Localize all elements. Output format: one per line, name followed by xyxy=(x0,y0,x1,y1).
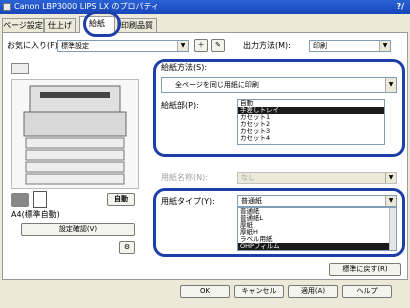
paper-type-value: 普通紙 xyxy=(241,197,262,205)
help-title-icon[interactable]: ?/ xyxy=(396,1,404,13)
settings-panel: お気に入り(F): 標準設定 ▼ ＋ ✎ 出力方法(M): 印刷 ▼ 自動 A4… xyxy=(2,32,408,280)
tab-quality[interactable]: 印刷品質 xyxy=(117,18,157,32)
paper-source-label: 給紙方法(S): xyxy=(161,63,208,72)
edit-favorite-icon[interactable]: ✎ xyxy=(211,39,225,52)
printer-properties-window: Canon LBP3000 LIPS LX のプロパティ ?/ ページ設定 仕上… xyxy=(0,0,410,308)
tab-page-setup[interactable]: ページ設定 xyxy=(2,18,44,32)
paper-type-select[interactable]: 普通紙 ▼ xyxy=(237,195,397,207)
output-method-value: 印刷 xyxy=(313,42,327,50)
paper-name-select: なし ▼ xyxy=(237,172,397,184)
paper-source-select[interactable]: 全ページを同じ用紙に印刷 ▼ xyxy=(161,77,397,93)
favorites-label: お気に入り(F): xyxy=(7,41,61,50)
paper-type-dropdown-list[interactable]: 普通紙 普通紙L 厚紙 厚紙H ラベル用紙 OHPフィルム xyxy=(237,207,397,251)
paper-type-option[interactable]: 普通紙L xyxy=(238,215,396,222)
auto-badge: 自動 xyxy=(107,193,135,206)
restore-defaults-button[interactable]: 標準に戻す(R) xyxy=(329,263,401,276)
printer-icon xyxy=(3,3,11,11)
chevron-down-icon: ▼ xyxy=(385,173,396,183)
paper-name-value: なし xyxy=(241,174,255,182)
paper-type-option[interactable]: 厚紙 xyxy=(238,222,396,229)
settings-confirm-button[interactable]: 設定確認(V) xyxy=(21,223,135,236)
view-toggle-icon[interactable] xyxy=(11,63,29,74)
document-icon xyxy=(33,191,47,208)
apply-button[interactable]: 適用(A) xyxy=(288,285,338,298)
paper-stack-icon xyxy=(11,193,29,207)
paper-source-value: 全ページを同じ用紙に印刷 xyxy=(175,81,259,89)
printer-preview xyxy=(11,79,139,189)
feeder-item[interactable]: カセット4 xyxy=(238,135,384,142)
tab-finishing[interactable]: 仕上げ xyxy=(44,18,76,32)
chevron-down-icon: ▼ xyxy=(385,196,396,206)
ok-button[interactable]: OK xyxy=(180,285,230,298)
chevron-down-icon: ▼ xyxy=(177,41,188,51)
help-button[interactable]: ヘルプ xyxy=(342,285,392,298)
paper-name-label: 用紙名称(N): xyxy=(161,173,208,182)
chevron-down-icon: ▼ xyxy=(385,78,396,92)
output-method-label: 出力方法(M): xyxy=(243,41,291,50)
paper-type-option-selected[interactable]: OHPフィルム xyxy=(238,243,396,250)
favorites-value: 標準設定 xyxy=(61,42,89,50)
chevron-down-icon: ▼ xyxy=(379,41,390,51)
tab-paper-source[interactable]: 給紙 xyxy=(79,16,115,33)
printer-illustration-icon xyxy=(23,85,127,185)
window-title: Canon LBP3000 LIPS LX のプロパティ xyxy=(14,2,159,11)
add-favorite-icon[interactable]: ＋ xyxy=(194,39,208,52)
paper-info-text: A4(標準自動) xyxy=(11,210,60,219)
feeder-listbox[interactable]: 自動 手差しトレイ カセット1 カセット2 カセット3 カセット4 xyxy=(237,99,385,145)
title-bar: Canon LBP3000 LIPS LX のプロパティ ?/ xyxy=(0,0,410,14)
scrollbar[interactable] xyxy=(389,208,396,250)
paper-type-label: 用紙タイプ(Y): xyxy=(161,197,215,206)
settings-icon[interactable]: ⚙ xyxy=(119,241,135,254)
favorites-select[interactable]: 標準設定 ▼ xyxy=(57,40,189,52)
feeder-label: 給紙部(P): xyxy=(161,101,199,110)
cancel-button[interactable]: キャンセル xyxy=(234,285,284,298)
output-method-select[interactable]: 印刷 ▼ xyxy=(309,40,391,52)
